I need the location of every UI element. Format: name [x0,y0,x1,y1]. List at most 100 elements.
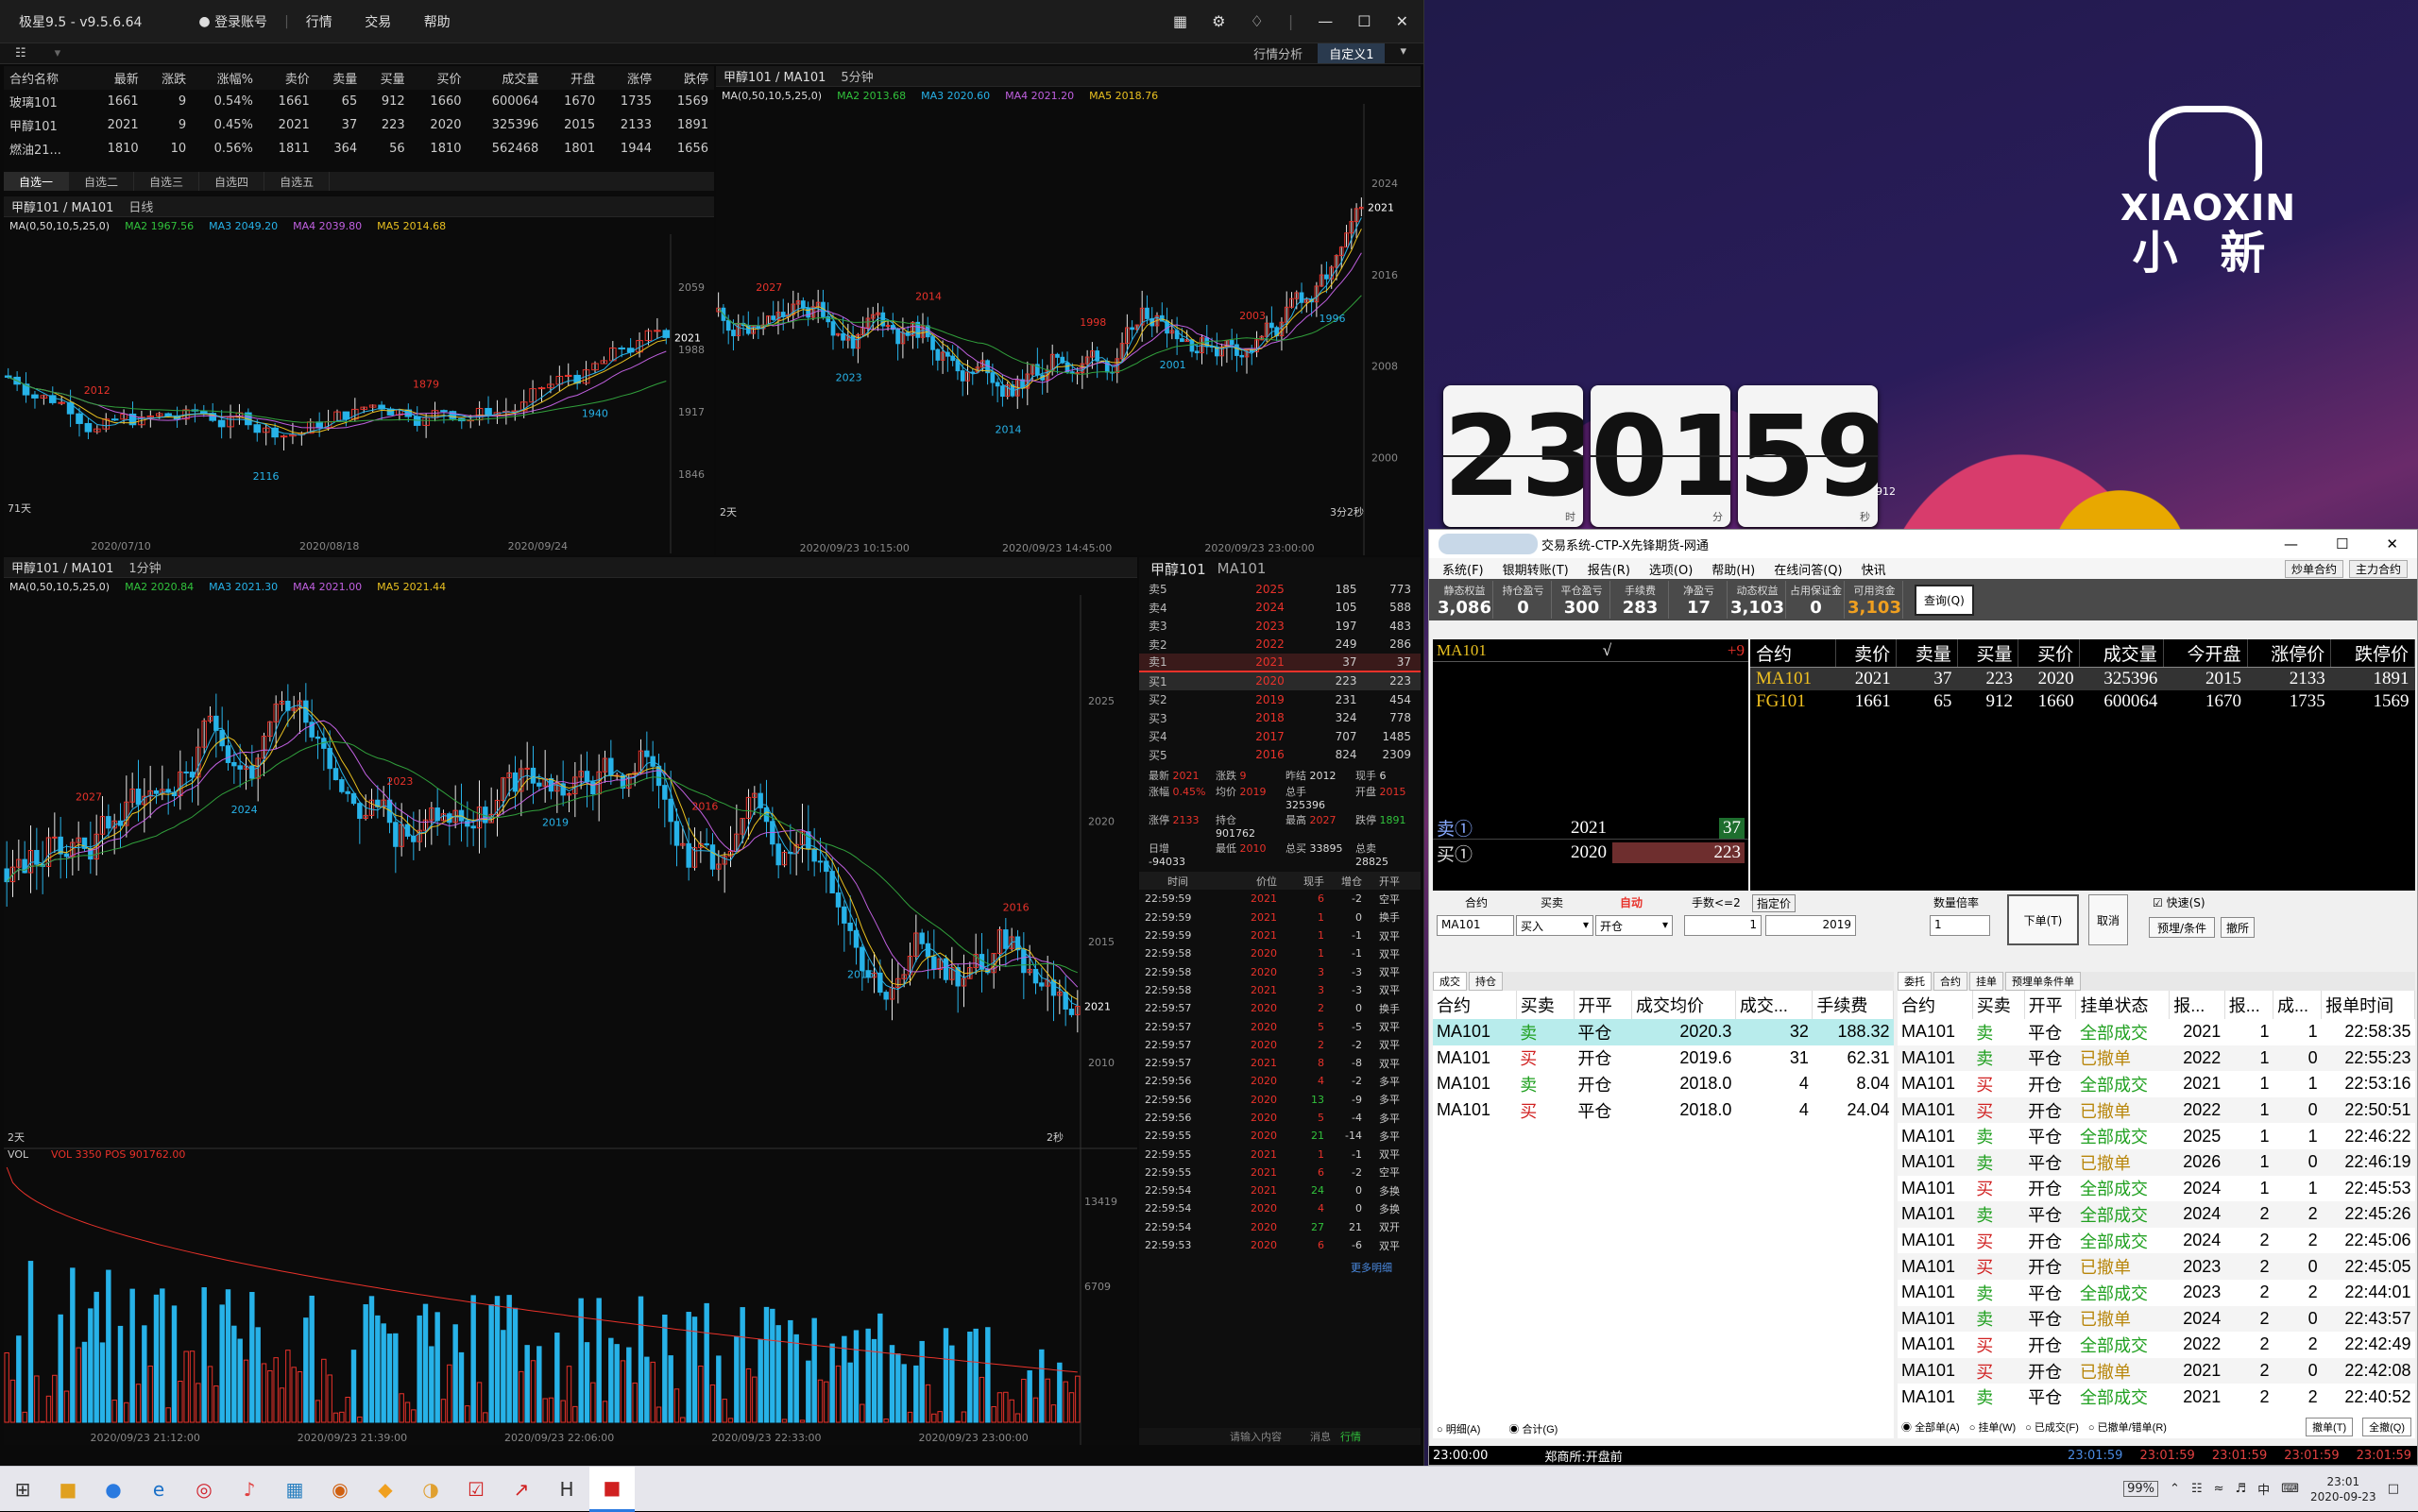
bq-row[interactable]: FG101 1661 65 912 1660 600064 1670 1735 1569 [1750,690,2415,713]
wl-header[interactable]: 卖价 [258,66,315,90]
ime-indicator[interactable]: 中 [2257,1480,2270,1498]
wl-header[interactable]: 合约名称 [4,66,88,90]
order-row[interactable]: MA101 买 开仓 全部成交 2022 2 2 22:42:49 [1898,1332,2415,1358]
wl-header[interactable]: 涨跌 [144,66,193,90]
order-row[interactable]: MA101 卖 平仓 全部成交 2024 2 2 22:45:26 [1898,1201,2415,1228]
keyboard-icon[interactable]: ⌨ [2281,1482,2299,1496]
menu-market[interactable]: 行情 [306,15,332,30]
preset-button[interactable]: 预埋/条件 [2149,917,2215,938]
fills-row[interactable]: MA101 买 平仓 2018.0 4 24.04 [1433,1097,1894,1124]
bmenu-options[interactable]: 选项(O) [1649,560,1693,578]
bq-header[interactable]: 合约 [1750,639,1836,668]
tab-custom1[interactable]: 自定义1 [1318,43,1386,63]
edge-icon[interactable]: e [136,1467,181,1512]
bmenu-transfer[interactable]: 银期转账(T) [1503,560,1569,578]
order-offset-select[interactable]: 开仓 ▾ [1595,915,1673,936]
fills-header[interactable]: 手续费 [1812,991,1894,1019]
network-icon[interactable]: ☷ [2191,1482,2203,1496]
tab-watch1[interactable]: 自选一 [4,172,70,191]
sel-ask-price[interactable]: 2021 [1550,818,1607,839]
wl-header[interactable]: 买价 [410,66,468,90]
daily-candlestick-chart[interactable]: 2059 1988 1917 1846 2021 2012 2116 1879 1940 2020… [4,234,714,553]
five-min-candlestick-chart[interactable]: 2024 2016 2008 2000 2021 2027 2023 2014 2014 1998… [716,104,1421,555]
order-row[interactable]: MA101 卖 平仓 已撤单 2022 1 0 22:55:23 [1898,1045,2415,1072]
submit-order-button[interactable]: 下单(T) [2007,894,2079,945]
all-orders-radio[interactable]: ◉ 全部单(A) [1901,1419,1960,1435]
tab-watch4[interactable]: 自选四 [199,172,265,191]
fills-header[interactable]: 买卖 [1516,991,1575,1019]
notification-icon[interactable]: □ [2388,1482,2399,1496]
bmenu-report[interactable]: 报告(R) [1588,560,1630,578]
pending-radio[interactable]: ○ 挂单(W) [1969,1419,2016,1435]
ob-level[interactable]: 买1 2020 223 223 [1139,671,1421,690]
ob-level[interactable]: 买4 2017 707 1485 [1139,727,1421,746]
bq-header[interactable]: 涨停价 [2247,639,2332,668]
stock-icon[interactable]: ↗ [499,1467,544,1512]
order-contract-input[interactable]: MA101 [1437,915,1514,936]
detail-radio[interactable]: ○ 明细(A) [1437,1421,1480,1436]
orders-header[interactable]: 开平 [2024,991,2077,1019]
explorer-icon[interactable]: ■ [45,1467,91,1512]
wifi-icon[interactable]: ≈ [2214,1482,2224,1496]
total-radio[interactable]: ◉ 合计(G) [1508,1421,1558,1436]
orders-header[interactable]: 成... [2273,991,2323,1019]
order-mult-input[interactable]: 1 [1930,915,1990,936]
trading-app-icon[interactable]: ■ [589,1466,635,1512]
broker-minimize-button[interactable]: — [2284,535,2298,552]
skin-icon[interactable]: ♢ [1251,12,1264,30]
orders-header[interactable]: 报单时间 [2321,991,2415,1019]
battery-indicator[interactable]: 99% [2123,1481,2159,1497]
wl-header[interactable]: 最新 [87,66,145,90]
fast-checkbox[interactable]: ☑ 快速(S) [2153,894,2205,910]
tab-watch3[interactable]: 自选三 [134,172,200,191]
wl-header[interactable]: 跌停 [657,66,714,90]
sel-bid-price[interactable]: 2020 [1550,842,1607,863]
bq-header[interactable]: 买量 [1957,639,2019,668]
start-icon[interactable]: ⊞ [0,1467,45,1512]
wl-header[interactable]: 成交量 [467,66,545,90]
query-button[interactable]: 查询(Q) [1915,584,1974,616]
one-min-candlestick-chart[interactable]: 2025 2020 2015 2010 2021 2027 2024 2023 2019 2016… [4,595,1137,1445]
cancel-order-button[interactable]: 取消 [2088,894,2128,945]
wl-header[interactable]: 开盘 [544,66,602,90]
order-row[interactable]: MA101 卖 平仓 已撤单 2024 2 0 22:43:57 [1898,1305,2415,1333]
tab-fills[interactable]: 成交 [1433,972,1467,991]
menu-trade[interactable]: 交易 [365,15,391,30]
netease-icon[interactable]: ◎ [181,1467,227,1512]
dropdown-icon[interactable]: ▾ [26,46,61,60]
volume-icon[interactable]: ♬ [2236,1482,2247,1496]
wl-header[interactable]: 涨幅% [192,66,259,90]
watchlist-row[interactable]: 玻璃101 1661 9 0.54% 1661 65 912 1660 600064 1670 17… [4,90,714,113]
fills-header[interactable]: 成交均价 [1631,991,1736,1019]
daily-period-select[interactable]: 日线 [128,197,153,215]
cancel-all-button[interactable]: 撤所 [2221,917,2255,938]
fills-row[interactable]: MA101 卖 开仓 2018.0 4 8.04 [1433,1071,1894,1097]
filled-radio[interactable]: ○ 已成交(F) [2025,1419,2079,1435]
order-row[interactable]: MA101 卖 平仓 全部成交 2025 1 1 22:46:22 [1898,1123,2415,1149]
order-row[interactable]: MA101 买 开仓 全部成交 2021 1 1 22:53:16 [1898,1071,2415,1097]
music-icon[interactable]: ♪ [227,1467,272,1512]
bq-header[interactable]: 今开盘 [2163,639,2248,668]
ob-level[interactable]: 卖1 2021 37 37 [1139,654,1421,672]
withdraw-button[interactable]: 撤单(T) [2306,1418,2354,1436]
tab-watch5[interactable]: 自选五 [264,172,331,191]
five-min-period-select[interactable]: 5分钟 [841,67,873,85]
order-row[interactable]: MA101 买 开仓 已撤单 2021 2 0 22:42:08 [1898,1357,2415,1385]
fills-header[interactable]: 成交... [1735,991,1814,1019]
order-row[interactable]: MA101 买 开仓 已撤单 2022 1 0 22:50:51 [1898,1096,2415,1124]
menu-help[interactable]: 帮助 [424,15,451,30]
orders-header[interactable]: 合约 [1898,991,1973,1019]
tab-pending[interactable]: 挂单 [1969,972,2003,991]
order-row[interactable]: MA101 买 开仓 全部成交 2024 1 1 22:45:53 [1898,1176,2415,1202]
taskbar-clock[interactable]: 23:01 2020-09-23 [2310,1474,2376,1504]
bmenu-qa[interactable]: 在线问答(Q) [1774,560,1842,578]
app-icon-1[interactable]: ◉ [317,1467,363,1512]
tab-contracts[interactable]: 合约 [1933,972,1967,991]
bmenu-help[interactable]: 帮助(H) [1711,560,1755,578]
ob-level[interactable]: 卖3 2023 197 483 [1139,617,1421,636]
broker-close-button[interactable]: ✕ [2386,535,2398,552]
bmenu-system[interactable]: 系统(F) [1442,560,1484,578]
order-side-select[interactable]: 买入 ▾ [1516,915,1593,936]
bq-header[interactable]: 买价 [2018,639,2081,668]
broker-maximize-button[interactable]: ☐ [2336,535,2348,552]
